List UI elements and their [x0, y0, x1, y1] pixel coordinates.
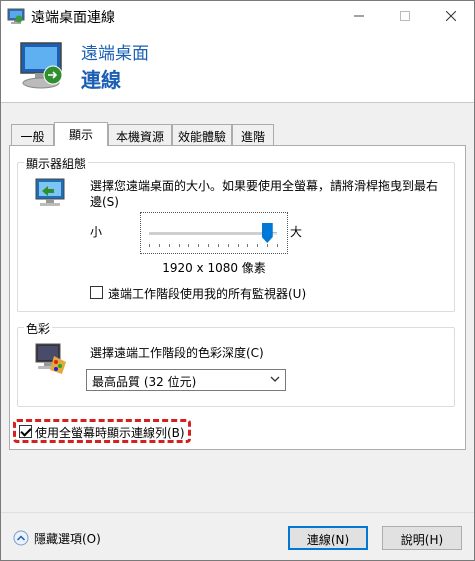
slider-tick: [227, 244, 229, 247]
banner-title-line1: 遠端桌面: [81, 44, 149, 64]
slider-tick: [149, 244, 150, 247]
banner-title-line2: 連線: [81, 68, 121, 92]
footer-divider: [1, 512, 474, 513]
all-monitors-checkbox[interactable]: [90, 286, 103, 299]
tab-general-label: 一般: [20, 130, 45, 144]
color-depth-description: 選擇遠端工作階段的色彩深度(C): [90, 346, 264, 360]
color-depth-dropdown[interactable]: 最高品質 (32 位元): [86, 369, 286, 391]
close-button[interactable]: [428, 1, 474, 31]
all-monitors-label[interactable]: 遠端工作階段使用我的所有監視器(U): [108, 285, 306, 302]
chevron-up-circle-icon: [13, 530, 29, 546]
display-config-group: 顯示器組態 選擇您遠端桌面的大小。如果要使用全螢幕，請將滑桿拖曳到最右邊(S) …: [17, 155, 455, 312]
display-monitor-icon: [35, 178, 65, 206]
display-size-description: 選擇您遠端桌面的大小。如果要使用全螢幕，請將滑桿拖曳到最右邊(S): [90, 179, 439, 209]
remote-desktop-monitor-icon: [20, 42, 63, 89]
tab-advanced[interactable]: 進階: [232, 124, 274, 145]
slider-tick: [168, 244, 170, 247]
colors-group-label: 色彩: [24, 320, 53, 337]
slider-large-label: 大: [290, 225, 303, 239]
color-palette-monitor-icon: [35, 343, 66, 374]
connect-button[interactable]: 連線(N): [288, 526, 368, 550]
tab-advanced-label: 進階: [240, 130, 265, 144]
slider-tick: [277, 244, 278, 247]
slider-fill: [149, 232, 267, 235]
hide-options-label: 隱藏選項(O): [34, 532, 101, 546]
slider-tick: [198, 244, 200, 247]
display-tab-panel: 顯示器組態 選擇您遠端桌面的大小。如果要使用全螢幕，請將滑桿拖曳到最右邊(S) …: [9, 145, 466, 450]
maximize-icon: [400, 11, 410, 21]
slider-track: [149, 232, 277, 235]
tab-local-resources[interactable]: 本機資源: [108, 124, 172, 145]
tab-display-label: 顯示: [68, 128, 93, 142]
slider-tick: [267, 244, 269, 247]
slider-thumb[interactable]: [261, 223, 273, 243]
remote-desktop-window: 遠端桌面連線 遠端桌面 連線 一般 顯示 本機資源 效能體驗 進階 顯示器組態 …: [0, 0, 475, 561]
connect-button-label: 連線(N): [306, 533, 350, 547]
close-icon: [446, 11, 456, 21]
slider-tick: [188, 244, 190, 247]
colors-group: 色彩 選擇遠端工作階段的色彩深度(C) 最高品質 (32 位元): [17, 320, 455, 407]
highlight-annotation: [13, 419, 191, 443]
minimize-button[interactable]: [336, 1, 382, 31]
tab-experience-label: 效能體驗: [177, 130, 226, 144]
tab-experience[interactable]: 效能體驗: [172, 124, 232, 145]
resolution-text: 1920 x 1080 像素: [162, 261, 266, 275]
slider-small-label: 小: [90, 225, 103, 239]
tab-local-resources-label: 本機資源: [115, 130, 164, 144]
tab-display[interactable]: 顯示: [54, 122, 108, 146]
window-title: 遠端桌面連線: [31, 10, 115, 26]
tab-general[interactable]: 一般: [11, 124, 54, 145]
color-depth-selected: 最高品質 (32 位元): [92, 375, 197, 389]
chevron-down-icon: [270, 376, 280, 382]
slider-tick: [158, 244, 160, 247]
remote-desktop-app-icon: [7, 8, 25, 24]
help-button[interactable]: 說明(H): [382, 526, 462, 550]
slider-tick: [237, 244, 239, 247]
help-button-label: 說明(H): [400, 533, 444, 547]
maximize-button[interactable]: [382, 1, 428, 31]
slider-tick: [217, 244, 219, 247]
slider-tick: [247, 244, 249, 247]
display-config-group-label: 顯示器組態: [24, 155, 89, 172]
slider-tick: [178, 244, 180, 247]
display-size-slider[interactable]: [140, 212, 288, 254]
title-bar[interactable]: 遠端桌面連線: [1, 1, 474, 31]
slider-tick: [257, 244, 259, 247]
slider-tick: [208, 244, 210, 247]
minimize-icon: [354, 15, 364, 17]
header-banner: 遠端桌面 連線: [1, 31, 474, 103]
